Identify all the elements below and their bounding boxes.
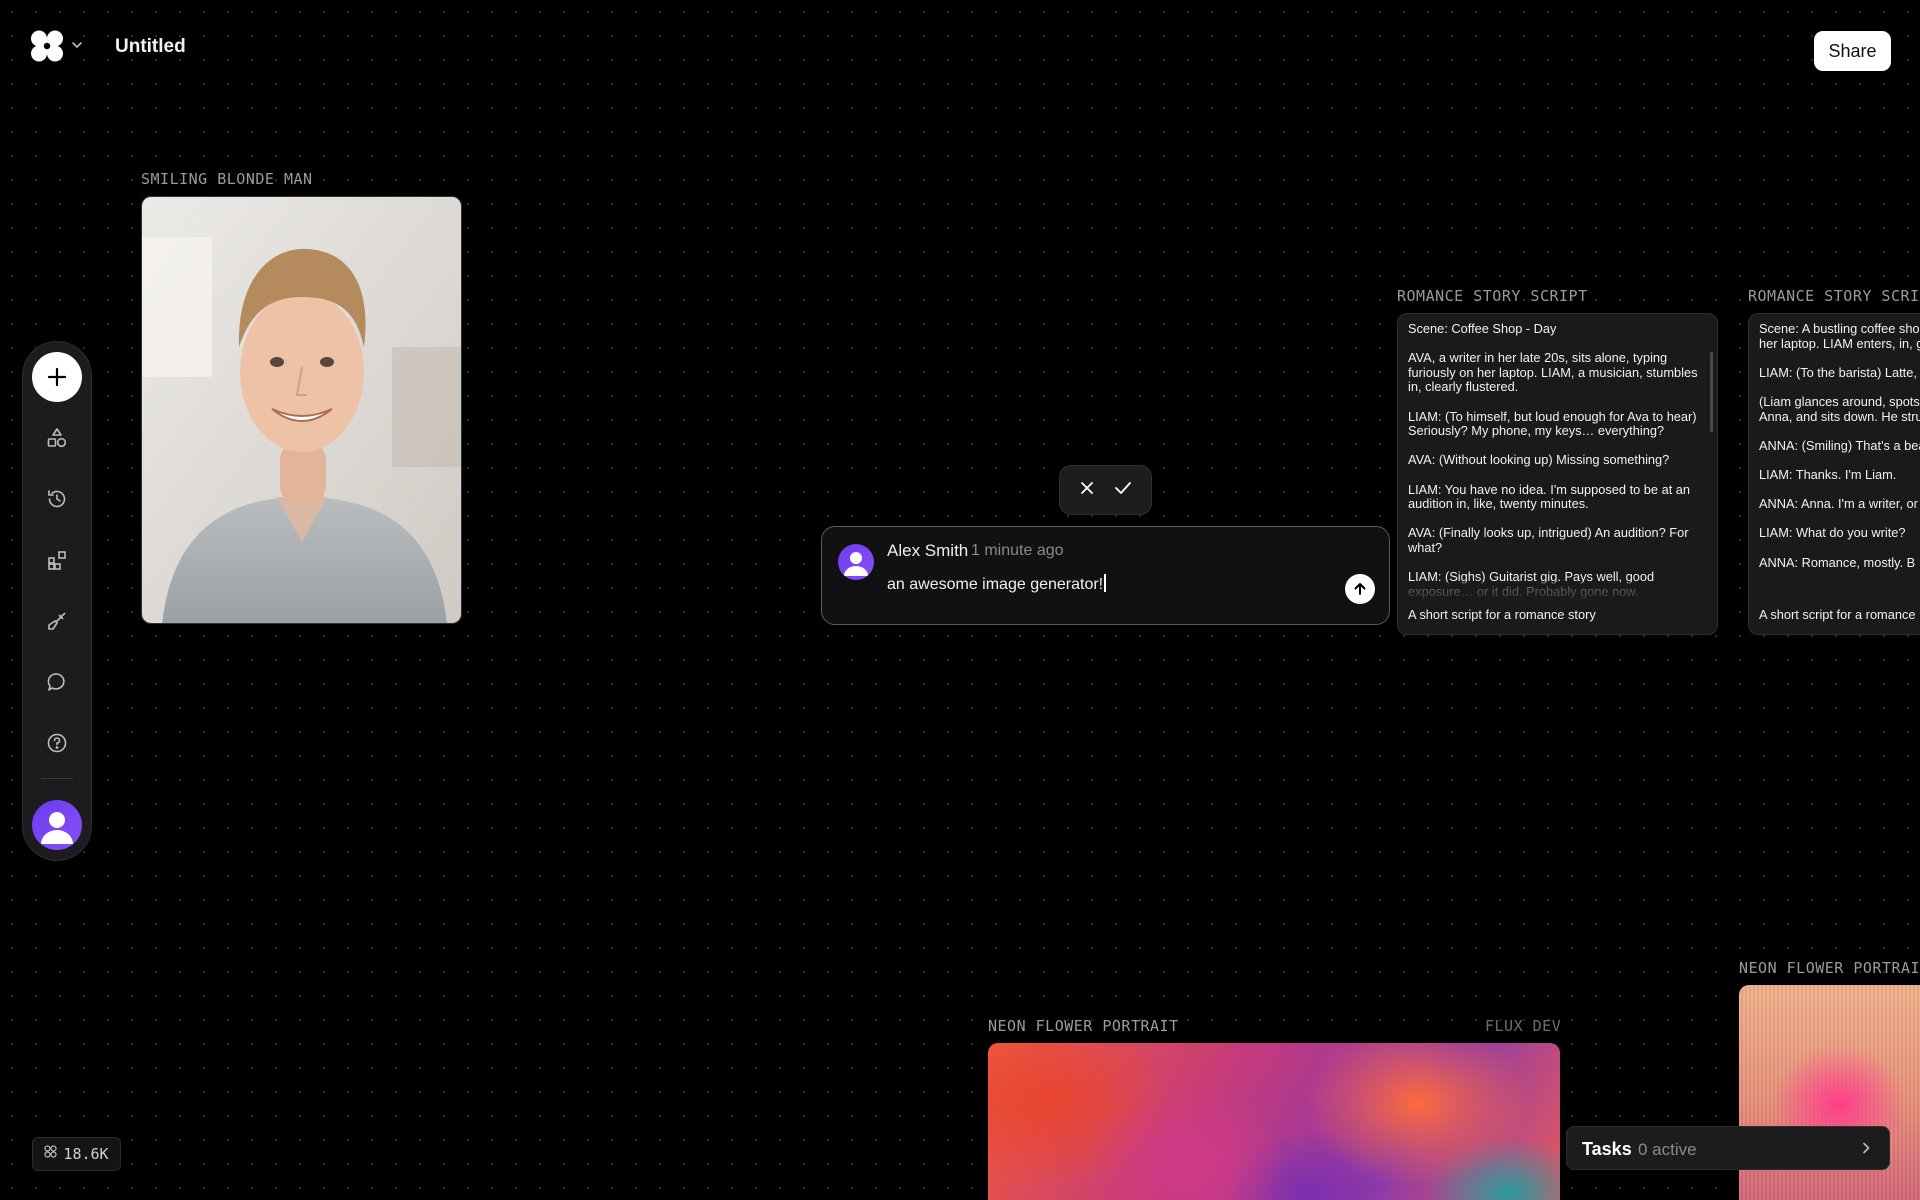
script-caption: A short script for a romance story: [1408, 607, 1596, 622]
script-node-label: ROMANCE STORY SCRIPT: [1748, 287, 1920, 305]
send-button[interactable]: [1345, 574, 1375, 604]
script-caption: A short script for a romance: [1759, 607, 1916, 622]
credits-value: 18.6K: [63, 1145, 109, 1163]
chat-icon[interactable]: [45, 670, 69, 694]
add-button[interactable]: [32, 352, 82, 402]
comment-timestamp: 1 minute ago: [971, 542, 1064, 559]
share-button[interactable]: Share: [1814, 31, 1891, 71]
credits-icon: [44, 1145, 58, 1163]
apps-icon[interactable]: [45, 548, 69, 572]
tasks-panel[interactable]: Tasks 0 active: [1566, 1126, 1890, 1170]
neon-node-label: NEON FLOWER PORTRAIT: [988, 1017, 1179, 1035]
brush-icon[interactable]: [45, 609, 69, 633]
comment-box: Alex Smith 1 minute ago an awesome image…: [821, 526, 1390, 625]
app-logo[interactable]: [30, 30, 64, 62]
credits-badge[interactable]: 18.6K: [32, 1137, 121, 1171]
check-icon[interactable]: [1114, 480, 1132, 501]
left-toolbar: [22, 341, 92, 861]
comment-text: an awesome image generator!: [887, 576, 1104, 593]
script-text: Scene: A bustling coffee shop. ANNA, eng…: [1759, 321, 1920, 570]
document-title[interactable]: Untitled: [115, 36, 186, 58]
neon-node-label: NEON FLOWER PORTRAIT: [1739, 959, 1920, 977]
comment-author: Alex Smith: [887, 541, 969, 560]
comment-avatar: [838, 544, 874, 580]
comment-confirm-bar: [1059, 465, 1152, 515]
help-icon[interactable]: [45, 731, 69, 755]
neon-flower-image[interactable]: [988, 1043, 1560, 1200]
close-icon[interactable]: [1079, 480, 1095, 501]
toolbar-divider: [41, 778, 73, 779]
user-avatar[interactable]: [32, 800, 82, 850]
portrait-image[interactable]: [141, 196, 462, 624]
chevron-down-icon[interactable]: [70, 38, 84, 52]
plus-icon: [47, 367, 67, 387]
comment-input[interactable]: an awesome image generator!: [887, 574, 1106, 594]
arrow-up-icon: [1354, 583, 1366, 595]
shapes-icon[interactable]: [45, 426, 69, 450]
script-text: Scene: Coffee Shop - Day AVA, a writer i…: [1408, 321, 1698, 598]
tasks-title: Tasks: [1582, 1139, 1632, 1159]
script-node-label: ROMANCE STORY SCRIPT: [1397, 287, 1588, 305]
scrollbar[interactable]: [1710, 352, 1713, 432]
model-badge: FLUX DEV: [1485, 1017, 1562, 1035]
history-icon[interactable]: [45, 487, 69, 511]
portrait-node-label: SMILING BLONDE MAN: [141, 170, 313, 188]
script-card[interactable]: Scene: A bustling coffee shop. ANNA, eng…: [1748, 313, 1920, 635]
chevron-right-icon: [1859, 1141, 1873, 1155]
script-card[interactable]: Scene: Coffee Shop - Day AVA, a writer i…: [1397, 313, 1718, 635]
tasks-count: 0 active: [1638, 1140, 1697, 1159]
